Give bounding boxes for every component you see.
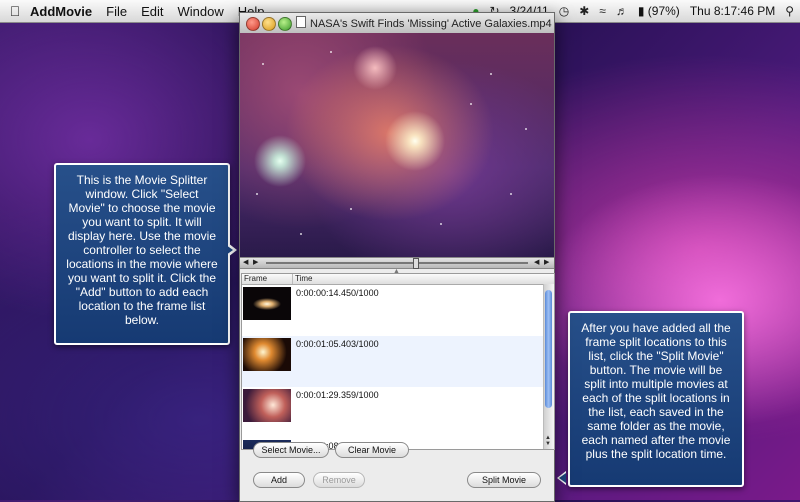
scrollbar-thumb[interactable] [545, 290, 552, 408]
scrubber-track[interactable] [266, 258, 528, 269]
apple-icon[interactable]:  [0, 3, 30, 19]
frame-time: 0:00:01:05.403/1000 [296, 339, 379, 349]
star [490, 73, 492, 75]
scroll-arrows-icon[interactable]: ▲ ▼ [545, 435, 551, 447]
table-scrollbar[interactable]: ▲ ▼ [543, 284, 554, 449]
frame-list-table[interactable]: Frame Time 0:00:00:14.450/1000 0:00:01:0… [241, 273, 555, 450]
wifi-icon[interactable]: ≈ [599, 4, 606, 18]
step-forward-icon[interactable]: ▶ [544, 258, 549, 268]
frame-thumbnail [243, 338, 291, 371]
battery-icon: ▮ [637, 4, 645, 18]
close-button[interactable] [246, 17, 260, 31]
window-title: NASA's Swift Finds 'Missing' Active Gala… [296, 16, 552, 30]
menu-file[interactable]: File [106, 4, 127, 19]
star [262, 63, 264, 65]
battery-percent: (97%) [647, 4, 680, 18]
window-titlebar[interactable]: NASA's Swift Finds 'Missing' Active Gala… [240, 13, 554, 34]
add-button[interactable]: Add [253, 472, 305, 488]
frame-thumbnail [243, 389, 291, 422]
table-header: Frame Time [242, 274, 554, 285]
split-movie-button[interactable]: Split Movie [467, 472, 541, 488]
scrubber-playhead[interactable] [413, 258, 420, 269]
remove-button[interactable]: Remove [313, 472, 365, 488]
star [470, 103, 472, 105]
volume-icon[interactable]: ◀ [243, 258, 248, 268]
movie-view[interactable] [240, 33, 554, 257]
table-row[interactable]: 0:00:01:29.359/1000 [242, 387, 544, 438]
star [510, 193, 512, 195]
column-header-frame[interactable]: Frame [242, 274, 267, 284]
frame-time: 0:00:00:14.450/1000 [296, 288, 379, 298]
menu-app-name[interactable]: AddMovie [30, 4, 92, 19]
battery-status[interactable]: ▮ (97%) [638, 4, 680, 18]
instruction-callout-right: After you have added all the frame split… [568, 311, 744, 487]
speaker-icon[interactable]: ♬ [616, 4, 628, 18]
frame-time: 0:00:01:29.359/1000 [296, 390, 379, 400]
frame-thumbnail [243, 287, 291, 320]
menu-edit[interactable]: Edit [141, 4, 163, 19]
callout-right-pointer [557, 471, 566, 485]
instruction-callout-left: This is the Movie Splitter window. Click… [54, 163, 230, 345]
movie-splitter-window: NASA's Swift Finds 'Missing' Active Gala… [239, 12, 555, 502]
star [440, 223, 442, 225]
star [300, 233, 302, 235]
document-icon [296, 16, 306, 28]
star [256, 193, 258, 195]
bluetooth-icon[interactable]: ✱ [579, 4, 589, 18]
play-icon[interactable]: ▶ [253, 258, 258, 268]
clear-movie-button[interactable]: Clear Movie [335, 442, 409, 458]
window-title-text: NASA's Swift Finds 'Missing' Active Gala… [310, 18, 552, 30]
callout-left-text: This is the Movie Splitter window. Click… [66, 173, 218, 327]
callout-right-text: After you have added all the frame split… [581, 321, 731, 461]
menu-clock[interactable]: Thu 8:17:46 PM [690, 4, 775, 18]
table-row[interactable]: 0:00:00:14.450/1000 [242, 285, 544, 336]
step-back-icon[interactable]: ◀ [534, 258, 539, 268]
star [330, 51, 332, 53]
menu-window[interactable]: Window [177, 4, 223, 19]
select-movie-button[interactable]: Select Movie... [253, 442, 329, 458]
star [350, 208, 352, 210]
minimize-button[interactable] [262, 17, 276, 31]
column-header-time[interactable]: Time [292, 274, 312, 284]
spotlight-search-icon[interactable]: ⚲ [785, 4, 794, 18]
callout-left-pointer [226, 243, 237, 257]
time-machine-icon[interactable]: ◷ [559, 4, 569, 18]
zoom-button[interactable] [278, 17, 292, 31]
table-row[interactable]: 0:00:01:05.403/1000 [242, 336, 544, 387]
star [525, 128, 527, 130]
